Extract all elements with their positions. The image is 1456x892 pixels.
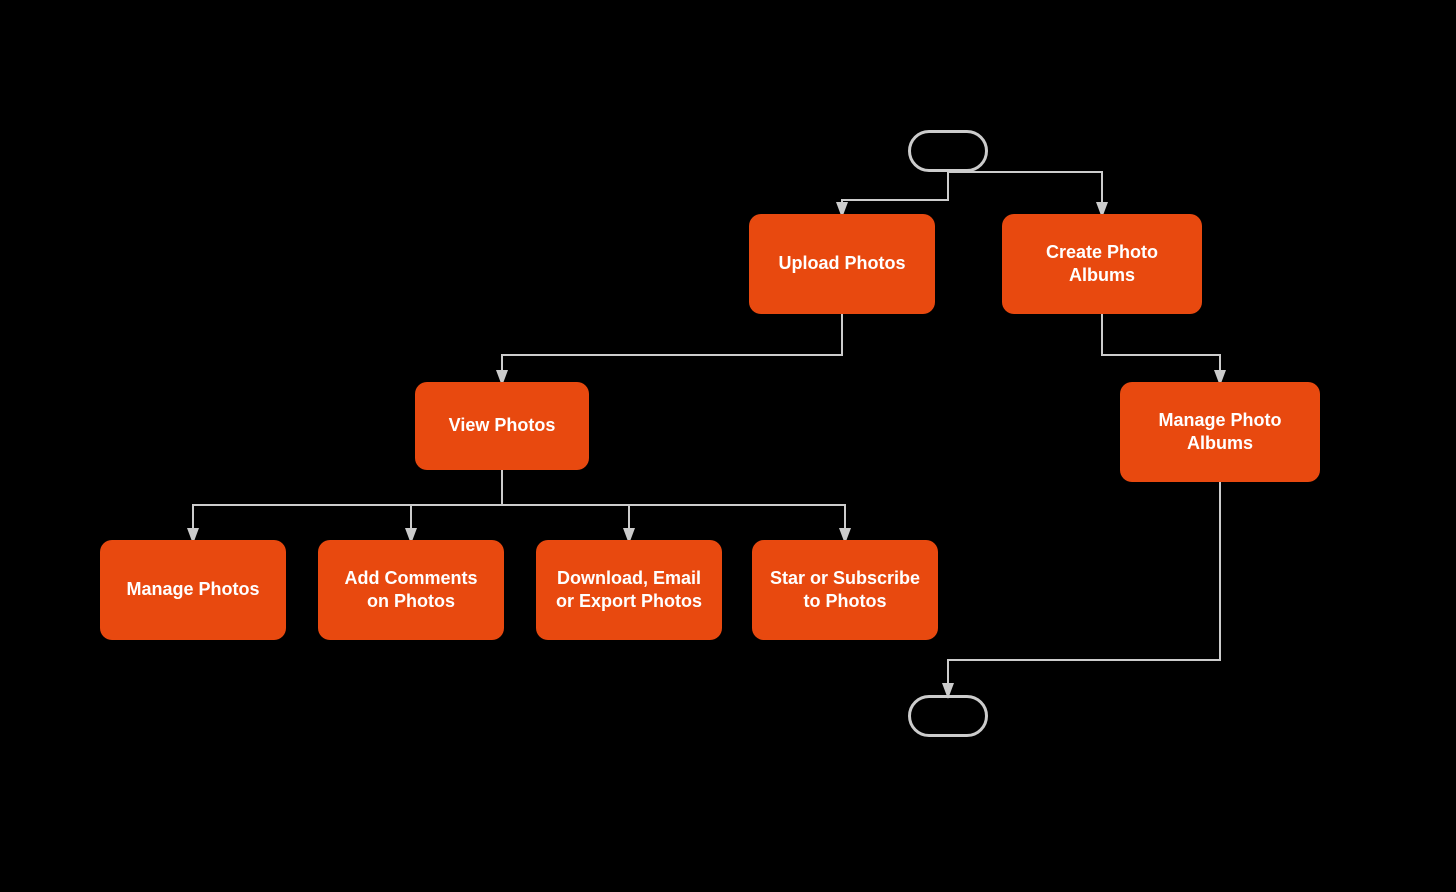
star-subscribe-node: Star or Subscribe to Photos (752, 540, 938, 640)
add-comments-node: Add Comments on Photos (318, 540, 504, 640)
download-email-node: Download, Email or Export Photos (536, 540, 722, 640)
start-terminal (908, 130, 988, 172)
end-terminal (908, 695, 988, 737)
view-photos-node: View Photos (415, 382, 589, 470)
manage-photos-node: Manage Photos (100, 540, 286, 640)
upload-photos-node: Upload Photos (749, 214, 935, 314)
create-albums-node: Create Photo Albums (1002, 214, 1202, 314)
diagram-container: Upload Photos Create Photo Albums View P… (0, 0, 1456, 892)
manage-albums-node: Manage Photo Albums (1120, 382, 1320, 482)
